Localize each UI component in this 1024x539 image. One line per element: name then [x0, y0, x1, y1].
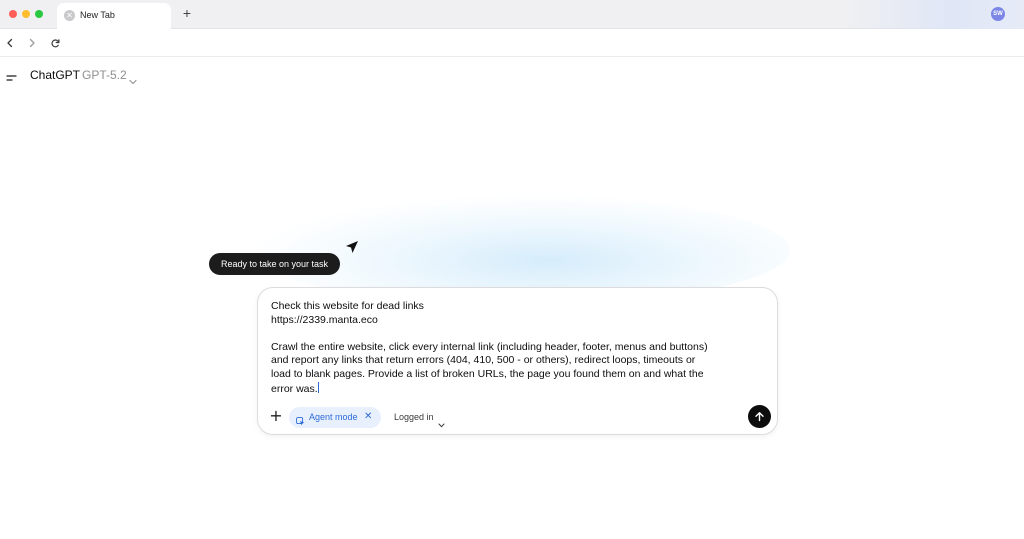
composer[interactable]: Check this website for dead links https:… — [257, 287, 778, 435]
prompt-line: Check this website for dead links — [271, 300, 424, 312]
add-attachment-button[interactable]: + — [269, 408, 283, 424]
chevron-down-icon[interactable] — [438, 415, 445, 433]
forward-icon[interactable] — [24, 35, 40, 51]
app-title[interactable]: ChatGPT — [30, 68, 80, 82]
back-icon[interactable] — [2, 35, 18, 51]
browser-toolbar — [0, 29, 1024, 57]
prompt-line: load to blank pages. Provide a list of b… — [271, 367, 704, 380]
menu-icon[interactable] — [6, 70, 18, 81]
close-icon[interactable]: ✕ — [64, 10, 75, 21]
close-icon[interactable]: ✕ — [364, 411, 372, 422]
chevron-down-icon[interactable] — [129, 72, 137, 90]
browser-tab-strip: ✕ New Tab + SW — [0, 0, 1024, 29]
send-button[interactable] — [748, 405, 771, 428]
prompt-line: and report any links that return errors … — [271, 354, 696, 367]
prompt-line-last: error was. — [271, 381, 741, 397]
agent-mode-chip[interactable]: Agent mode ✕ — [289, 407, 381, 428]
text-caret — [317, 381, 319, 393]
window-close-button[interactable] — [9, 10, 17, 18]
reload-icon[interactable] — [47, 35, 63, 51]
prompt-line: error was. — [271, 382, 318, 395]
prompt-line: Crawl the entire website, click every in… — [271, 340, 708, 353]
prompt-line — [271, 327, 741, 341]
prompt-textarea[interactable]: Check this website for dead links https:… — [271, 300, 741, 396]
agent-tooltip: Ready to take on your task — [209, 253, 340, 275]
prompt-line: https://2339.manta.eco — [271, 313, 378, 326]
browser-tab[interactable]: ✕ New Tab — [57, 3, 171, 29]
model-selector[interactable]: GPT-5.2 — [82, 68, 127, 82]
tab-title: New Tab — [80, 10, 115, 20]
agent-mode-icon — [296, 413, 305, 431]
pointer-icon — [345, 240, 359, 259]
login-status-dropdown[interactable]: Logged in — [394, 412, 434, 422]
window-minimize-button[interactable] — [22, 10, 30, 18]
window-zoom-button[interactable] — [35, 10, 43, 18]
profile-avatar[interactable]: SW — [991, 7, 1005, 21]
plus-icon[interactable]: + — [180, 6, 194, 20]
arrow-up-icon — [754, 411, 765, 422]
agent-mode-label: Agent mode — [309, 412, 358, 422]
